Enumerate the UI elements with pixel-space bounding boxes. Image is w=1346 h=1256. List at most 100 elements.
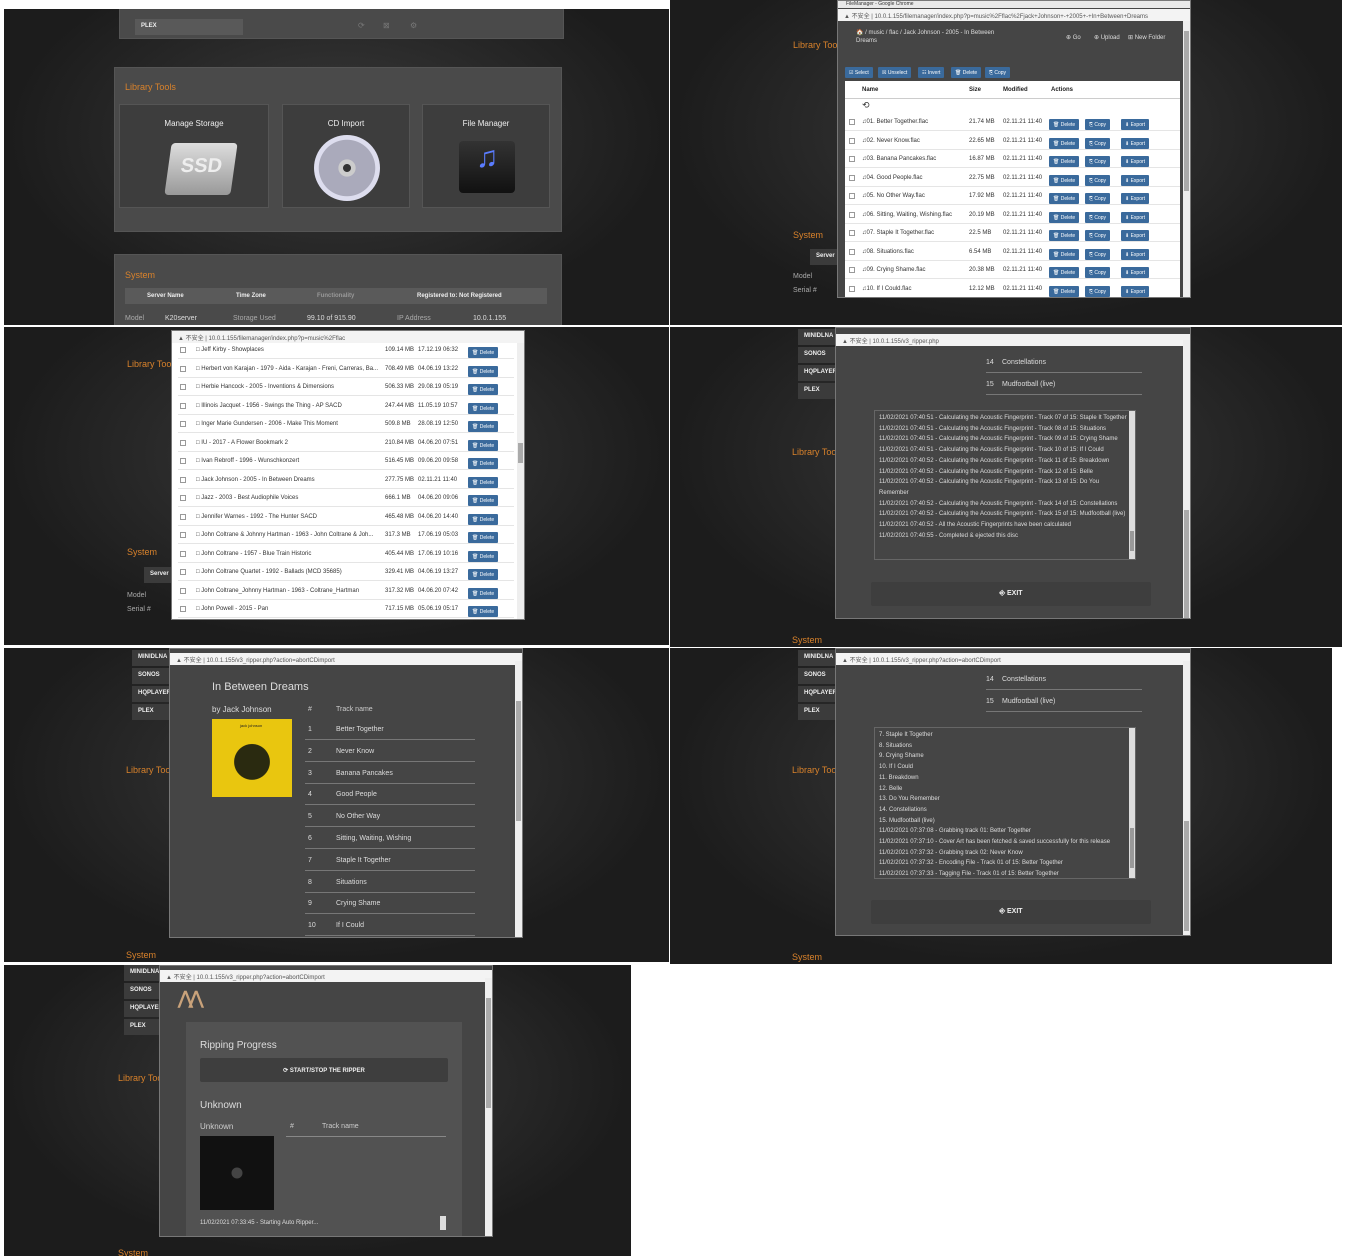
- table-row[interactable]: □ John Coltrane - 1957 - Blue Train Hist…: [178, 545, 514, 563]
- folder-name[interactable]: □ Inger Marie Gundersen - 2006 - Make Th…: [196, 421, 338, 427]
- delete-button[interactable]: 🗑 Delete: [1049, 248, 1080, 260]
- delete-button[interactable]: 🗑 Delete: [468, 495, 499, 506]
- scrollbar[interactable]: [485, 978, 492, 1236]
- folder-name[interactable]: □ Jeff Kirby - Showplaces: [196, 347, 264, 353]
- copy-button[interactable]: ⎘ Copy: [1085, 230, 1111, 241]
- row-checkbox[interactable]: [849, 119, 855, 125]
- delete-button[interactable]: 🗑 Delete: [468, 550, 499, 562]
- table-row[interactable]: □ John Powell - 2015 - Pan 717.15 MB 05.06…: [178, 600, 514, 618]
- folder-name[interactable]: □ Jazz - 2003 - Best Audiophile Voices: [196, 495, 298, 501]
- scrollbar-thumb[interactable]: [1184, 510, 1189, 618]
- row-checkbox[interactable]: [849, 156, 855, 162]
- row-checkbox[interactable]: [180, 439, 186, 446]
- file-name[interactable]: ♫02. Never Know.flac: [862, 138, 920, 144]
- table-row[interactable]: ♫10. If I Could.flac 12.12 MB 02.11.21 11:…: [845, 280, 1180, 297]
- table-row[interactable]: □ Herbie Hancock - 2005 - Inventions & D…: [178, 378, 514, 396]
- table-row[interactable]: □ Inger Marie Gundersen - 2006 - Make Th…: [178, 415, 514, 433]
- new-folder-button[interactable]: ⊞ New Folder: [1128, 34, 1165, 41]
- copy-button[interactable]: ⎘ Copy: [1085, 211, 1111, 223]
- delete-button[interactable]: 🗑 Delete: [468, 347, 499, 358]
- delete-button[interactable]: 🗑 Delete: [468, 402, 499, 414]
- delete-button[interactable]: 🗑 Delete: [468, 384, 499, 395]
- folder-name[interactable]: □ John Powell - 2015 - Pan: [196, 606, 268, 612]
- copy-selected-button[interactable]: ⎘ Copy: [985, 67, 1011, 78]
- parent-folder-icon[interactable]: ⟲: [862, 100, 870, 111]
- address-bar[interactable]: ▲ 不安全 | 10.0.1.155/v3_ripper.php?action=…: [836, 653, 1190, 665]
- folder-name[interactable]: □ Illinois Jacquet - 1956 - Swings the T…: [196, 403, 342, 409]
- folder-name[interactable]: □ John Coltrane - 1957 - Blue Train Hist…: [196, 551, 311, 557]
- file-name[interactable]: ♫04. Good People.flac: [862, 175, 923, 181]
- delete-button[interactable]: 🗑 Delete: [468, 532, 499, 543]
- delete-button[interactable]: 🗑 Delete: [468, 365, 499, 377]
- delete-button[interactable]: 🗑 Delete: [1049, 267, 1080, 278]
- file-name[interactable]: ♫10. If I Could.flac: [862, 286, 912, 292]
- file-name[interactable]: ♫06. Sitting, Waiting, Wishing.flac: [862, 212, 952, 218]
- export-button[interactable]: ⬇ Export: [1121, 211, 1150, 223]
- table-row[interactable]: ♫07. Staple It Together.flac 22.5 MB 02.11…: [845, 224, 1180, 242]
- file-name[interactable]: ♫08. Situations.flac: [862, 249, 914, 255]
- table-row[interactable]: ♫03. Banana Pancakes.flac 16.87 MB 02.11.2…: [845, 150, 1180, 168]
- row-checkbox[interactable]: [180, 347, 186, 353]
- copy-button[interactable]: ⎘ Copy: [1085, 285, 1111, 297]
- go-button[interactable]: ⊕ Go: [1066, 34, 1081, 41]
- row-checkbox[interactable]: [180, 365, 186, 372]
- upload-button[interactable]: ⊕ Upload: [1094, 34, 1120, 41]
- log-scrollbar[interactable]: [440, 1216, 446, 1230]
- delete-button[interactable]: 🗑 Delete: [468, 569, 499, 580]
- exit-button[interactable]: ⎆ EXIT: [871, 900, 1151, 924]
- remove-icon[interactable]: ⊠: [383, 21, 390, 30]
- table-row[interactable]: ♫06. Sitting, Waiting, Wishing.flac 20.19…: [845, 206, 1180, 224]
- row-checkbox[interactable]: [180, 495, 186, 501]
- delete-button[interactable]: 🗑 Delete: [468, 458, 499, 469]
- row-checkbox[interactable]: [849, 230, 855, 236]
- row-checkbox[interactable]: [180, 606, 186, 612]
- manage-storage-button[interactable]: Manage Storage SSD: [119, 104, 269, 208]
- file-manager-button[interactable]: File Manager ♫: [422, 104, 550, 208]
- refresh-icon[interactable]: ⟳: [358, 21, 365, 30]
- table-row[interactable]: ♫04. Good People.flac 22.75 MB 02.11.21 11…: [845, 169, 1180, 187]
- file-name[interactable]: ♫09. Crying Shame.flac: [862, 267, 926, 273]
- invert-button[interactable]: ☷ Invert: [918, 67, 945, 78]
- table-row[interactable]: □ Jack Johnson - 2005 - In Between Dream…: [178, 471, 514, 489]
- address-bar[interactable]: ▲ 不安全 | 10.0.1.155/v3_ripper.php?action=…: [170, 653, 522, 665]
- scrollbar[interactable]: [1183, 21, 1190, 297]
- folder-name[interactable]: □ Jennifer Warnes - 1992 - The Hunter SA…: [196, 514, 317, 520]
- scrollbar[interactable]: [1183, 340, 1190, 618]
- row-checkbox[interactable]: [180, 532, 186, 538]
- address-bar[interactable]: ▲ 不安全 | 10.0.1.155/v3_ripper.php?action=…: [160, 970, 492, 982]
- table-row[interactable]: □ John Coltrane Quartet - 1992 - Ballads…: [178, 563, 514, 581]
- log-scrollbar-thumb[interactable]: [1130, 531, 1134, 551]
- delete-button[interactable]: 🗑 Delete: [1049, 285, 1080, 297]
- unselect-button[interactable]: ☒ Unselect: [878, 67, 912, 78]
- address-bar[interactable]: ▲ 不安全 | 10.0.1.155/filemanager/index.php…: [838, 9, 1190, 21]
- delete-selected-button[interactable]: 🗑 Delete: [951, 67, 982, 78]
- export-button[interactable]: ⬇ Export: [1121, 193, 1150, 204]
- address-bar[interactable]: ▲ 不安全 | 10.0.1.155/v3_ripper.php: [836, 334, 1190, 346]
- start-stop-ripper-button[interactable]: ⟳ START/STOP THE RIPPER: [200, 1058, 448, 1082]
- export-button[interactable]: ⬇ Export: [1121, 137, 1150, 149]
- row-checkbox[interactable]: [849, 248, 855, 255]
- table-row[interactable]: □ Illinois Jacquet - 1956 - Swings the T…: [178, 397, 514, 415]
- cd-import-button[interactable]: CD Import: [282, 104, 410, 208]
- file-name[interactable]: ♫05. No Other Way.flac: [862, 193, 925, 199]
- row-checkbox[interactable]: [180, 476, 186, 483]
- delete-button[interactable]: 🗑 Delete: [468, 421, 499, 432]
- table-row[interactable]: □ Jazz - 2003 - Best Audiophile Voices 66…: [178, 489, 514, 507]
- copy-button[interactable]: ⎘ Copy: [1085, 137, 1111, 149]
- folder-name[interactable]: □ Herbert von Karajan - 1979 - Aida - Ka…: [196, 366, 378, 372]
- delete-button[interactable]: 🗑 Delete: [1049, 119, 1080, 130]
- row-checkbox[interactable]: [849, 285, 855, 292]
- export-button[interactable]: ⬇ Export: [1121, 156, 1150, 167]
- folder-name[interactable]: □ John Coltrane & Johnny Hartman - 1963 …: [196, 532, 373, 538]
- log-scrollbar[interactable]: [1129, 411, 1135, 559]
- row-checkbox[interactable]: [180, 569, 186, 575]
- table-row[interactable]: □ Jennifer Warnes - 1992 - The Hunter SA…: [178, 508, 514, 526]
- delete-button[interactable]: 🗑 Delete: [468, 513, 499, 525]
- row-checkbox[interactable]: [180, 458, 186, 464]
- scrollbar[interactable]: [517, 343, 524, 619]
- scrollbar-thumb[interactable]: [518, 443, 523, 463]
- folder-name[interactable]: □ John Coltrane_Johnny Hartman - 1963 - …: [196, 588, 359, 594]
- delete-button[interactable]: 🗑 Delete: [468, 587, 499, 599]
- table-row[interactable]: □ Herbert von Karajan - 1979 - Aida - Ka…: [178, 360, 514, 378]
- table-row[interactable]: ♫01. Better Together.flac 21.74 MB 02.11.2…: [845, 113, 1180, 131]
